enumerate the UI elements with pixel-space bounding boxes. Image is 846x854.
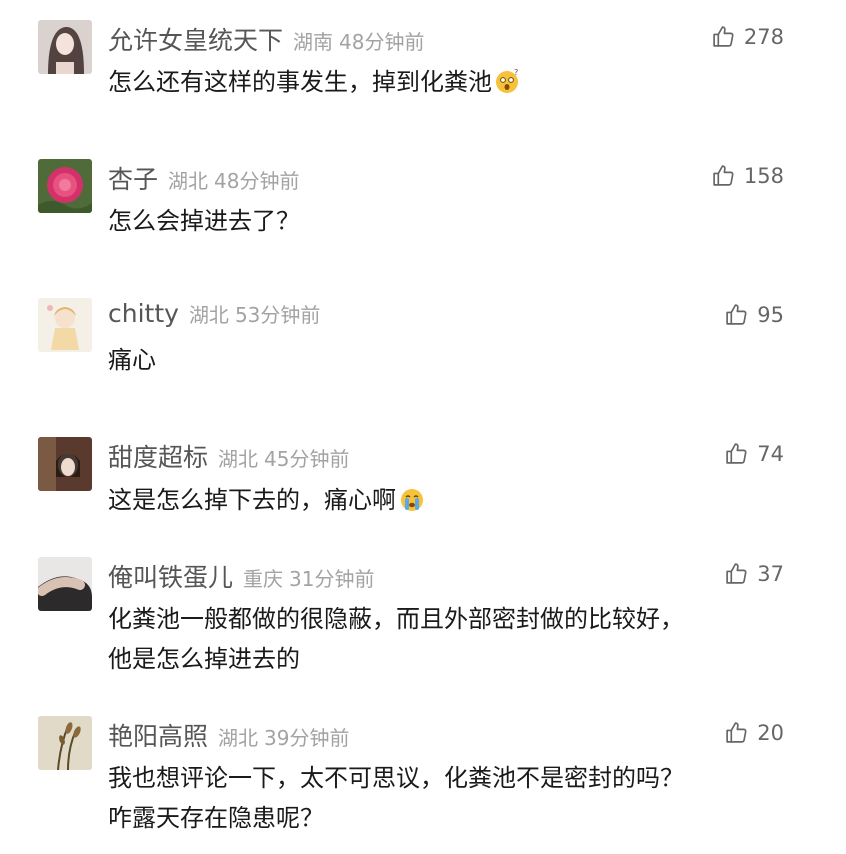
username[interactable]: chitty [108,299,179,328]
thumbs-up-icon [726,563,747,584]
user-avatar[interactable] [38,20,92,74]
location-label: 湖北 [188,303,229,327]
like-button[interactable]: 37 [724,561,784,586]
username[interactable]: 甜度超标 [108,443,208,472]
location-label: 重庆 [243,567,284,591]
comment-text: 化粪池一般都做的很隐蔽，而且外部密封做的比较好， 他是怎么掉进去的 [108,605,684,673]
username[interactable]: 俺叫铁蛋儿 [108,563,233,592]
user-avatar[interactable] [38,159,92,213]
comment-meta: 杏子 湖北 48分钟前 [108,160,299,196]
svg-text:?: ? [514,68,518,77]
comment-meta: 允许女皇统天下 湖南 48分钟前 [108,21,424,57]
like-count: 20 [757,720,784,745]
location-label: 湖北 [168,169,209,193]
like-count: 74 [757,441,784,466]
user-avatar[interactable] [38,437,92,491]
user-avatar[interactable] [38,557,92,611]
username[interactable]: 杏子 [108,165,158,194]
like-count: 95 [757,302,784,327]
timestamp: 45分钟前 [264,447,350,471]
comment-text: 怎么会掉进去了？ [108,207,300,235]
timestamp: 39分钟前 [264,726,350,750]
timestamp: 48分钟前 [214,169,300,193]
comment-meta: 甜度超标 湖北 45分钟前 [108,438,349,474]
thumbs-up-icon [726,443,747,464]
like-button[interactable]: 278 [711,24,784,49]
like-button[interactable]: 158 [711,163,784,188]
like-button[interactable]: 95 [724,302,784,327]
comment-text: 我也想评论一下，太不可思议，化粪池不是密封的吗？ 咋露天存在隐患呢？ [108,764,684,832]
location-label: 湖南 [293,30,334,54]
comment-meta: 艳阳高照 湖北 39分钟前 [108,717,349,753]
like-count: 37 [757,561,784,586]
crying-face-emoji [398,485,426,513]
user-avatar[interactable] [38,716,92,770]
comment-text: 痛心 [108,346,156,374]
timestamp: 31分钟前 [289,567,375,591]
location-label: 湖北 [218,447,259,471]
like-button[interactable]: 20 [724,720,784,745]
thumbs-up-icon [713,26,734,47]
dizzy-face-emoji: ? [494,67,522,95]
thumbs-up-icon [726,722,747,743]
like-count: 278 [743,24,784,49]
thumbs-up-icon [726,304,747,325]
location-label: 湖北 [218,726,259,750]
comment-text: 怎么还有这样的事发生，掉到化粪池 ? [108,62,758,102]
comment-meta: chitty 湖北 53分钟前 [108,299,320,328]
timestamp: 48分钟前 [339,30,425,54]
thumbs-up-icon [713,165,734,186]
username[interactable]: 艳阳高照 [108,722,208,751]
username[interactable]: 允许女皇统天下 [108,26,283,55]
comment-text: 这是怎么掉下去的，痛心啊 [108,480,758,520]
user-avatar[interactable] [38,298,92,352]
timestamp: 53分钟前 [234,303,321,327]
like-button[interactable]: 74 [724,441,784,466]
like-count: 158 [743,163,784,188]
comment-meta: 俺叫铁蛋儿 重庆 31分钟前 [108,558,374,594]
